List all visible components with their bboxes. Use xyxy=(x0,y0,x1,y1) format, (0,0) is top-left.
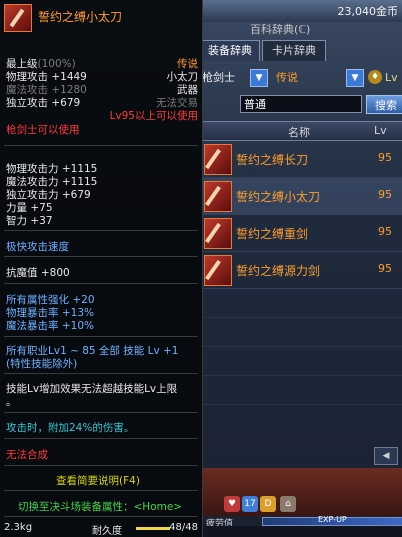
page-prev-arrow[interactable]: ◀ xyxy=(374,447,398,465)
element-stat-line: 魔法暴击率 +10% xyxy=(6,320,94,332)
divider xyxy=(4,283,198,284)
item-weight: 2.3kg xyxy=(4,522,33,533)
column-name-header[interactable]: 名称 xyxy=(288,124,310,140)
list-item[interactable]: 誓约之缚重剑 95 xyxy=(200,215,402,252)
class-dropdown-button[interactable]: ▼ xyxy=(250,69,268,87)
quick-bar: ♥ 17 D ⌂ xyxy=(200,468,402,516)
short-sword-icon xyxy=(4,4,32,32)
empty-list-row xyxy=(200,376,402,405)
empty-list-row xyxy=(200,347,402,376)
skill-bonus-note: (特性技能除外) xyxy=(6,358,78,370)
search-input[interactable]: 普通 xyxy=(240,95,362,113)
attack-speed: 极快攻击速度 xyxy=(6,241,69,253)
sword-icon xyxy=(204,255,232,286)
divider xyxy=(4,373,198,374)
synthesis-restriction: 无法合成 xyxy=(6,449,48,461)
level-requirement: Lv95以上可以使用 xyxy=(109,110,198,122)
stat-line: 智力 +37 xyxy=(6,215,53,227)
search-row: 普通 搜索 xyxy=(200,95,402,115)
list-item-name: 誓约之缚小太刀 xyxy=(236,190,321,204)
item-tooltip: 誓约之缚小太刀 最上级(100%) 传说 物理攻击 +1449 小太刀 魔法攻击… xyxy=(0,0,203,537)
durability-label: 耐久度 xyxy=(92,526,122,537)
divider xyxy=(4,516,198,517)
list-item-name: 誓约之缚长刀 xyxy=(236,153,309,167)
switch-arena-stats-button[interactable]: 切换至决斗场装备属性：<Home> xyxy=(18,499,182,514)
independent-attack-line: 独立攻击 +679 xyxy=(6,97,81,109)
filter-row: 枪剑士 ▼ 传说 ▼ ♦ Lv xyxy=(200,68,402,90)
item-list: 誓约之缚长刀 95 誓约之缚小太刀 95 誓约之缚重剑 95 誓约之缚源力剑 9… xyxy=(200,141,402,405)
class-filter-value: 枪剑士 xyxy=(202,71,235,84)
search-button[interactable]: 搜索 xyxy=(366,95,402,114)
sword-icon xyxy=(204,181,232,212)
list-item-level: 95 xyxy=(378,262,392,275)
list-item[interactable]: 誓约之缚长刀 95 xyxy=(200,141,402,178)
grade-filter-value: 传说 xyxy=(276,71,298,84)
divider xyxy=(4,230,198,231)
durability-bar xyxy=(136,527,170,530)
dictionary-title: 百科辞典(ℂ) xyxy=(250,23,311,36)
character-icon[interactable]: ♥ xyxy=(224,496,240,512)
town-icon[interactable]: ⌂ xyxy=(280,496,296,512)
gold-amount: 23,040金币 xyxy=(337,5,399,18)
list-item-level: 95 xyxy=(378,225,392,238)
skill-description: 技能Lv增加效果无法超越技能Lv上限 xyxy=(6,383,178,395)
list-item[interactable]: 誓约之缚源力剑 95 xyxy=(200,252,402,289)
durability-value: 48/48 xyxy=(169,522,198,533)
divider xyxy=(4,145,198,146)
tab-card-dictionary[interactable]: 卡片辞典 xyxy=(262,40,326,61)
exp-label: EXP-UP xyxy=(318,515,347,524)
top-status-bar: 23,040金币 xyxy=(200,0,402,22)
divider xyxy=(4,490,198,491)
sword-icon xyxy=(204,218,232,249)
divider xyxy=(4,465,198,466)
dungeon-icon[interactable]: D xyxy=(260,496,276,512)
class-requirement: 枪剑士可以使用 xyxy=(6,124,80,136)
column-lv-header[interactable]: Lv xyxy=(374,124,387,137)
anti-magic-value: 抗魔值 +800 xyxy=(6,267,70,279)
list-item-name: 誓约之缚重剑 xyxy=(236,227,309,241)
tab-equipment-dictionary[interactable]: 装备辞典 xyxy=(200,40,260,61)
list-item-name: 誓约之缚源力剑 xyxy=(236,264,321,278)
list-item[interactable]: 誓约之缚小太刀 95 xyxy=(200,178,402,215)
list-item-level: 95 xyxy=(378,151,392,164)
divider xyxy=(4,438,198,439)
list-header: 名称 Lv xyxy=(200,121,402,141)
divider xyxy=(4,412,198,413)
grade-dropdown-button[interactable]: ▼ xyxy=(346,69,364,87)
calendar-icon[interactable]: 17 xyxy=(242,496,258,512)
attack-effect: 攻击时，附加24%的伤害。 xyxy=(6,422,135,434)
empty-list-row xyxy=(200,289,402,318)
sword-icon xyxy=(204,144,232,175)
divider xyxy=(4,336,198,337)
divider xyxy=(4,256,198,257)
skill-description-end: 。 xyxy=(6,396,17,408)
view-summary-button[interactable]: 查看简要说明(F4) xyxy=(56,473,140,488)
list-item-level: 95 xyxy=(378,188,392,201)
item-name: 誓约之缚小太刀 xyxy=(38,10,123,24)
level-filter-icon[interactable]: ♦ xyxy=(368,70,382,84)
level-filter-label: Lv xyxy=(385,71,398,84)
empty-list-row xyxy=(200,318,402,347)
bottom-strip xyxy=(200,526,402,537)
